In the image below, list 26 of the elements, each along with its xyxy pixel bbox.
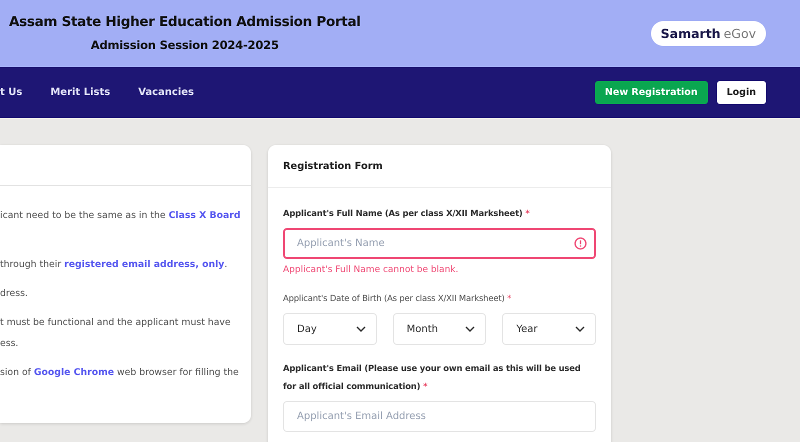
field-label: Applicant's Full Name (As per class X/XII Marksheet) * bbox=[283, 207, 531, 220]
login-button[interactable]: Login bbox=[716, 81, 766, 104]
samarth-logo: Samarth eGov bbox=[650, 20, 766, 46]
form-title: Registration Form bbox=[283, 160, 383, 172]
error-icon bbox=[574, 237, 587, 250]
select-dropdown[interactable]: Month bbox=[392, 313, 486, 345]
error-message: Applicant's Full Name cannot be blank. bbox=[283, 265, 460, 275]
chevron-down-icon bbox=[575, 326, 586, 332]
chevron-down-icon bbox=[465, 326, 476, 332]
instruction-text: sion of Google Chrome web browser for filling the bbox=[0, 366, 240, 380]
session-subtitle: Admission Session 2024-2025 bbox=[90, 38, 279, 52]
nav-link[interactable]: Vacancies bbox=[138, 87, 194, 98]
instruction-text: t must be functional and the applicant must have bbox=[0, 316, 232, 330]
select-dropdown[interactable]: Day bbox=[283, 313, 377, 345]
instruction-text: through their registered email address, only. bbox=[0, 258, 228, 272]
chevron-down-icon bbox=[356, 326, 366, 332]
nav-link[interactable]: t Us bbox=[0, 87, 22, 98]
select-dropdown[interactable]: Year bbox=[502, 313, 596, 345]
field-label: Applicant's Email (Please use your own email as this will be used for all official communication) * bbox=[283, 362, 582, 393]
instruction-text: ess. bbox=[0, 337, 20, 351]
portal-title: Assam State Higher Education Admission Portal bbox=[9, 14, 361, 30]
instruction-text: icant need to be the same as in the Class X Board bbox=[0, 209, 242, 223]
field-label: Applicant's Date of Birth (As per class X/XII Marksheet) * bbox=[283, 292, 512, 305]
instruction-text: dress. bbox=[0, 287, 29, 301]
text-input[interactable]: Applicant's Name bbox=[283, 228, 596, 259]
nav-link[interactable]: Merit Lists bbox=[50, 87, 110, 98]
